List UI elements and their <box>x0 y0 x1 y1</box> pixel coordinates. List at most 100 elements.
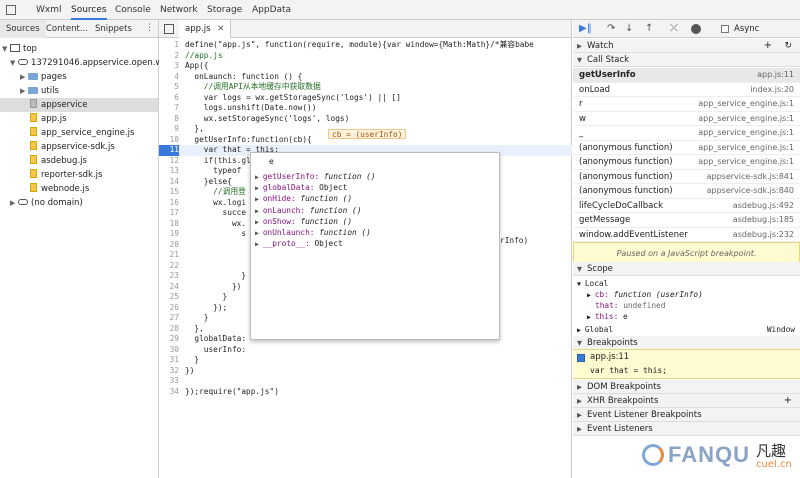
tree-file-webnode[interactable]: webnode.js <box>30 182 89 196</box>
frame-location[interactable]: app_service_engine.js:1 <box>698 126 794 141</box>
scope-header[interactable]: ▼ Scope <box>573 262 800 276</box>
scope-local[interactable]: ▼ Local <box>577 278 608 289</box>
line-number[interactable]: 16 <box>159 198 179 209</box>
line-number[interactable]: 14 <box>159 177 179 188</box>
line-number[interactable]: 24 <box>159 282 179 293</box>
tree-file-app-js[interactable]: app.js <box>30 112 67 126</box>
line-number[interactable]: 2 <box>159 51 179 62</box>
popup-property[interactable]: ▶ onHide: function () <box>255 193 352 204</box>
line-number[interactable]: 6 <box>159 93 179 104</box>
tab-wxml[interactable]: Wxml <box>36 0 62 20</box>
line-number[interactable]: 12 <box>159 156 179 167</box>
breakpoints-header[interactable]: ▼ Breakpoints <box>573 336 800 350</box>
line-number[interactable]: 11 <box>159 145 179 156</box>
line-number[interactable]: 26 <box>159 303 179 314</box>
call-stack-frame[interactable]: getMessage asdebug.js:185 <box>573 213 800 228</box>
frame-location[interactable]: appservice-sdk.js:840 <box>707 184 794 199</box>
line-number[interactable]: 32 <box>159 366 179 377</box>
tab-snippets[interactable]: Snippets <box>95 20 132 38</box>
frame-location[interactable]: appservice-sdk.js:841 <box>707 170 794 185</box>
event-listeners-header[interactable]: ▶ Event Listeners <box>573 422 800 436</box>
call-stack-frame[interactable]: onLoad index.js:20 <box>573 83 800 98</box>
frame-location[interactable]: app_service_engine.js:1 <box>698 141 794 156</box>
line-number[interactable]: 9 <box>159 124 179 135</box>
line-number[interactable]: 15 <box>159 187 179 198</box>
tree-no-domain[interactable]: ▶ (no domain) <box>10 196 83 210</box>
step-into-icon[interactable]: ↓ <box>625 23 633 34</box>
inspect-icon[interactable] <box>6 5 16 15</box>
scope-global[interactable]: ▶ Global Window <box>577 324 795 335</box>
tree-file-app-service-engine[interactable]: app_service_engine.js <box>30 126 134 140</box>
tab-sources-nav[interactable]: Sources <box>0 20 46 38</box>
call-stack-frame[interactable]: (anonymous function) app_service_engine.j… <box>573 155 800 170</box>
frame-location[interactable]: app.js:11 <box>757 68 794 83</box>
call-stack-frame[interactable]: window.addEventListener asdebug.js:232 <box>573 228 800 242</box>
frame-location[interactable]: index.js:20 <box>750 83 794 98</box>
call-stack-frame[interactable]: w app_service_engine.js:1 <box>573 112 800 127</box>
close-icon[interactable]: ✕ <box>217 24 224 34</box>
async-checkbox[interactable] <box>721 25 729 33</box>
call-stack-frame[interactable]: (anonymous function) appservice-sdk.js:84… <box>573 184 800 199</box>
popup-property[interactable]: ▶ getUserInfo: function () <box>255 171 376 182</box>
line-number[interactable]: 5 <box>159 82 179 93</box>
line-number[interactable]: 13 <box>159 166 179 177</box>
line-number[interactable]: 25 <box>159 292 179 303</box>
tab-appdata[interactable]: AppData <box>252 0 291 20</box>
tree-folder-utils[interactable]: ▶ utils <box>20 84 59 98</box>
breakpoint-item[interactable]: app.js:11 var that = this; <box>573 349 800 379</box>
line-number[interactable]: 29 <box>159 334 179 345</box>
popup-property[interactable]: ▶ onShow: function () <box>255 216 352 227</box>
line-number[interactable]: 8 <box>159 114 179 125</box>
popup-property[interactable]: ▶ onUnlaunch: function () <box>255 227 371 238</box>
more-options-icon[interactable]: ⋮ <box>145 23 154 33</box>
tree-file-appservice-sdk[interactable]: appservice-sdk.js <box>30 140 115 154</box>
editor-tab-app-js[interactable]: app.js ✕ <box>179 20 232 38</box>
line-number[interactable]: 28 <box>159 324 179 335</box>
tab-content-scripts[interactable]: Content... <box>46 20 88 38</box>
dom-breakpoints-header[interactable]: ▶ DOM Breakpoints <box>573 380 800 394</box>
frame-location[interactable]: app_service_engine.js:1 <box>698 112 794 127</box>
call-stack-frame[interactable]: getUserInfo app.js:11 <box>573 68 800 83</box>
tree-top[interactable]: ▼ top <box>2 42 37 56</box>
line-number[interactable]: 18 <box>159 219 179 230</box>
line-number[interactable]: 23 <box>159 271 179 282</box>
tab-network[interactable]: Network <box>160 0 198 20</box>
deactivate-breakpoints-icon[interactable]: ⤫ <box>670 23 678 34</box>
line-number[interactable]: 27 <box>159 313 179 324</box>
scope-var-this[interactable]: ▶ this: e <box>587 311 628 322</box>
breakpoint-checkbox[interactable] <box>577 354 585 362</box>
line-number[interactable]: 22 <box>159 261 179 272</box>
line-number[interactable]: 3 <box>159 61 179 72</box>
step-over-icon[interactable]: ↷ <box>607 23 615 34</box>
call-stack-frame[interactable]: _ app_service_engine.js:1 <box>573 126 800 141</box>
object-preview-popup[interactable]: e ▶ getUserInfo: function () ▶ globalData… <box>250 152 500 340</box>
call-stack-frame[interactable]: lifeCycleDoCallback asdebug.js:492 <box>573 199 800 213</box>
resume-icon[interactable]: ▶‖ <box>579 23 592 34</box>
line-number[interactable]: 4 <box>159 72 179 83</box>
scope-var-cb[interactable]: ▶ cb: function (userInfo) <box>587 289 703 300</box>
line-number[interactable]: 10 <box>159 135 179 146</box>
line-number[interactable]: 21 <box>159 250 179 261</box>
frame-location[interactable]: asdebug.js:185 <box>733 213 794 228</box>
line-number[interactable]: 1 <box>159 40 179 51</box>
xhr-breakpoints-header[interactable]: ▶ XHR Breakpoints + <box>573 394 800 408</box>
line-number[interactable]: 17 <box>159 208 179 219</box>
line-number[interactable]: 30 <box>159 345 179 356</box>
popup-property[interactable]: ▶ globalData: Object <box>255 182 347 193</box>
tree-file-reporter-sdk[interactable]: reporter-sdk.js <box>30 168 102 182</box>
line-number[interactable]: 34 <box>159 387 179 398</box>
event-listener-breakpoints-header[interactable]: ▶ Event Listener Breakpoints <box>573 408 800 422</box>
line-number[interactable]: 7 <box>159 103 179 114</box>
add-watch-icon[interactable]: + <box>764 39 772 53</box>
tree-origin[interactable]: ▼ 137291046.appservice.open.we <box>10 56 168 70</box>
tree-folder-pages[interactable]: ▶ pages <box>20 70 67 84</box>
popup-property[interactable]: ▶ __proto__: Object <box>255 238 343 249</box>
tab-console[interactable]: Console <box>115 0 151 20</box>
pause-on-exceptions-icon[interactable] <box>691 24 701 34</box>
call-stack-frame[interactable]: (anonymous function) appservice-sdk.js:84… <box>573 170 800 185</box>
watch-section-header[interactable]: ▶ Watch + ↻ <box>573 39 800 53</box>
call-stack-header[interactable]: ▼ Call Stack <box>573 53 800 67</box>
line-number[interactable]: 19 <box>159 229 179 240</box>
refresh-icon[interactable]: ↻ <box>784 39 792 53</box>
popup-property[interactable]: ▶ onLaunch: function () <box>255 205 361 216</box>
